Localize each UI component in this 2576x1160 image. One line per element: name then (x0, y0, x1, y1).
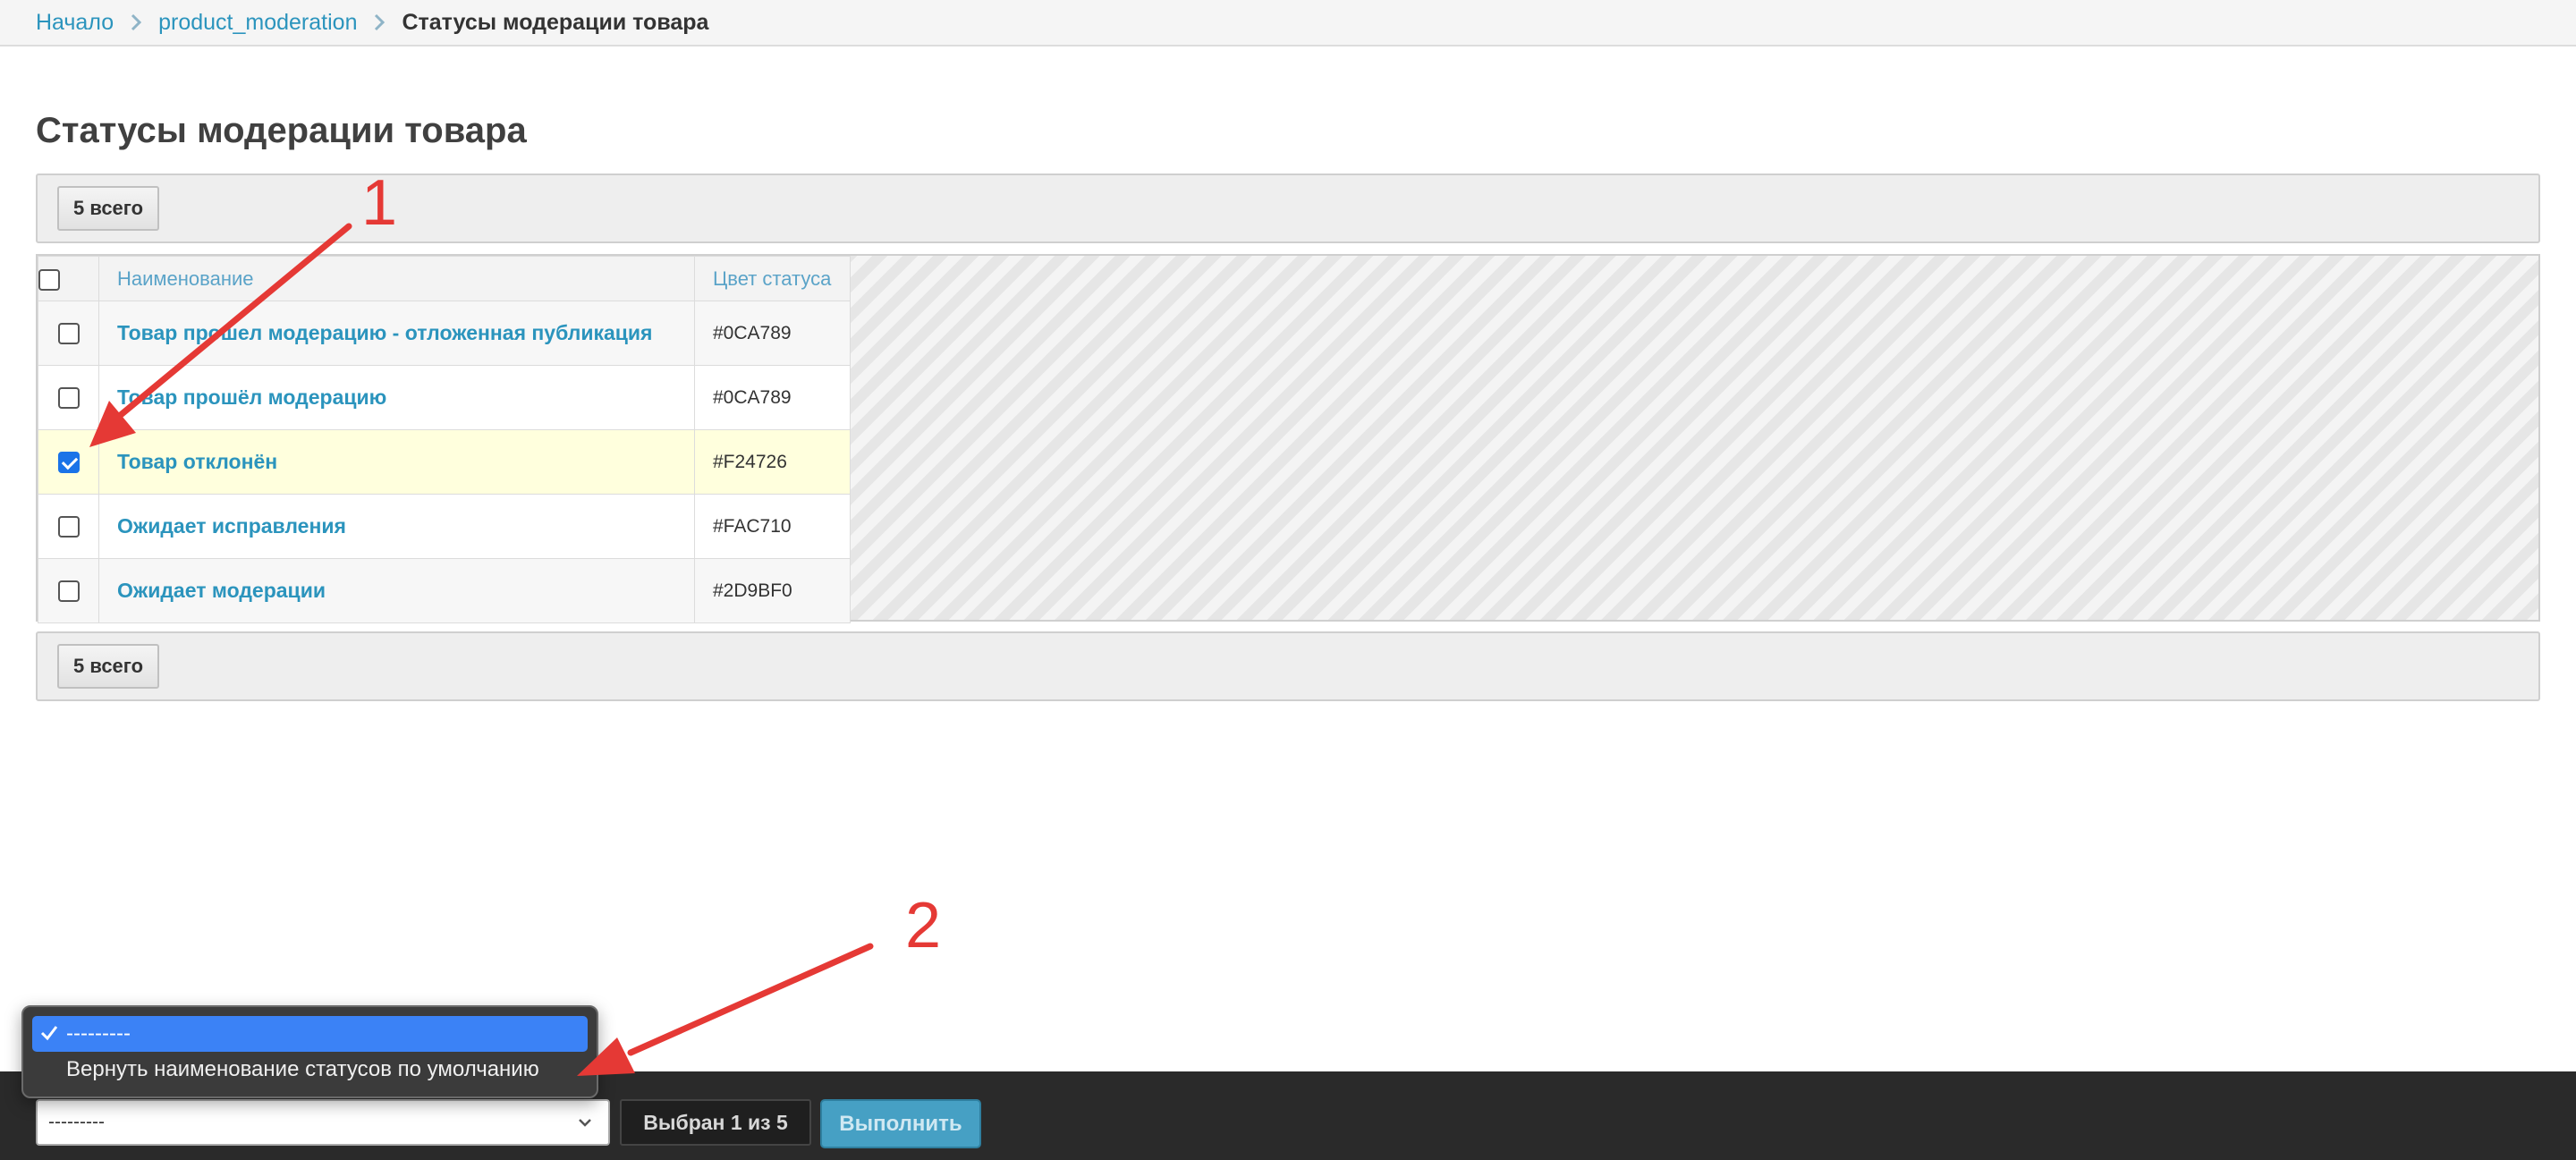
table-row: Товар прошёл модерацию #0CA789 (38, 365, 851, 430)
row-status-color: #2D9BF0 (713, 580, 792, 601)
row-checkbox[interactable] (57, 386, 80, 409)
row-status-color: #F24726 (713, 451, 787, 472)
results-table-container: Наименование Цвет статуса Товар прошел м… (36, 254, 2540, 623)
select-all-header (38, 256, 99, 301)
breadcrumb-app-link[interactable]: product_moderation (158, 10, 357, 36)
paginator-bottom: 5 всего (36, 631, 2540, 701)
dropdown-option-label: --------- (66, 1021, 131, 1046)
row-checkbox[interactable] (57, 515, 80, 538)
page-title: Статусы модерации товара (36, 111, 527, 150)
breadcrumb: Начало product_moderation Статусы модера… (0, 0, 2576, 47)
row-name-link[interactable]: Ожидает модерации (117, 579, 326, 602)
action-dropdown-menu: --------- Вернуть наименование статусов … (21, 1005, 598, 1098)
row-checkbox[interactable] (57, 322, 80, 344)
row-status-color: #FAC710 (713, 515, 792, 537)
results-table: Наименование Цвет статуса Товар прошел м… (38, 256, 851, 623)
dropdown-option-label: Вернуть наименование статусов по умолчан… (66, 1057, 539, 1081)
checkmark-icon (40, 1026, 58, 1041)
annotation-arrow-2 (577, 943, 874, 1076)
row-status-color: #0CA789 (713, 322, 792, 343)
breadcrumb-current: Статусы модерации товара (402, 9, 709, 35)
table-row: Ожидает модерации #2D9BF0 (38, 558, 851, 623)
annotation-marker-2: 2 (905, 890, 942, 961)
selected-counter: Выбран 1 из 5 (620, 1099, 811, 1146)
row-name-link[interactable]: Товар прошел модерацию - отложенная публ… (117, 321, 652, 344)
chevron-right-icon (373, 13, 386, 32)
table-header-row: Наименование Цвет статуса (38, 256, 851, 301)
run-action-button[interactable]: Выполнить (820, 1099, 981, 1148)
column-header-name[interactable]: Наименование (98, 256, 695, 301)
dropdown-option-reset-names[interactable]: Вернуть наименование статусов по умолчан… (32, 1052, 588, 1088)
annotation-marker-1: 1 (361, 167, 398, 239)
row-name-link[interactable]: Товар прошёл модерацию (117, 385, 386, 409)
chevron-down-icon (579, 1119, 591, 1127)
row-name-link[interactable]: Ожидает исправления (117, 514, 346, 538)
paginator-top: 5 всего (36, 174, 2540, 243)
row-checkbox[interactable] (57, 451, 80, 473)
table-row: Товар прошел модерацию - отложенная публ… (38, 301, 851, 366)
action-select[interactable]: --------- (36, 1099, 610, 1146)
show-all-count-button[interactable]: 5 всего (57, 644, 160, 689)
row-name-link[interactable]: Товар отклонён (117, 450, 277, 473)
column-header-status-color[interactable]: Цвет статуса (694, 256, 851, 301)
select-all-checkbox[interactable] (38, 268, 60, 291)
breadcrumb-home-link[interactable]: Начало (36, 10, 114, 36)
table-row: Товар отклонён #F24726 (38, 429, 851, 495)
chevron-right-icon (130, 13, 142, 32)
show-all-count-button[interactable]: 5 всего (57, 186, 160, 231)
row-checkbox[interactable] (57, 580, 80, 602)
dropdown-option-empty[interactable]: --------- (32, 1016, 588, 1052)
action-select-value: --------- (48, 1112, 105, 1132)
table-row: Ожидает исправления #FAC710 (38, 494, 851, 559)
row-status-color: #0CA789 (713, 386, 792, 408)
admin-page: Начало product_moderation Статусы модера… (0, 0, 2576, 1160)
